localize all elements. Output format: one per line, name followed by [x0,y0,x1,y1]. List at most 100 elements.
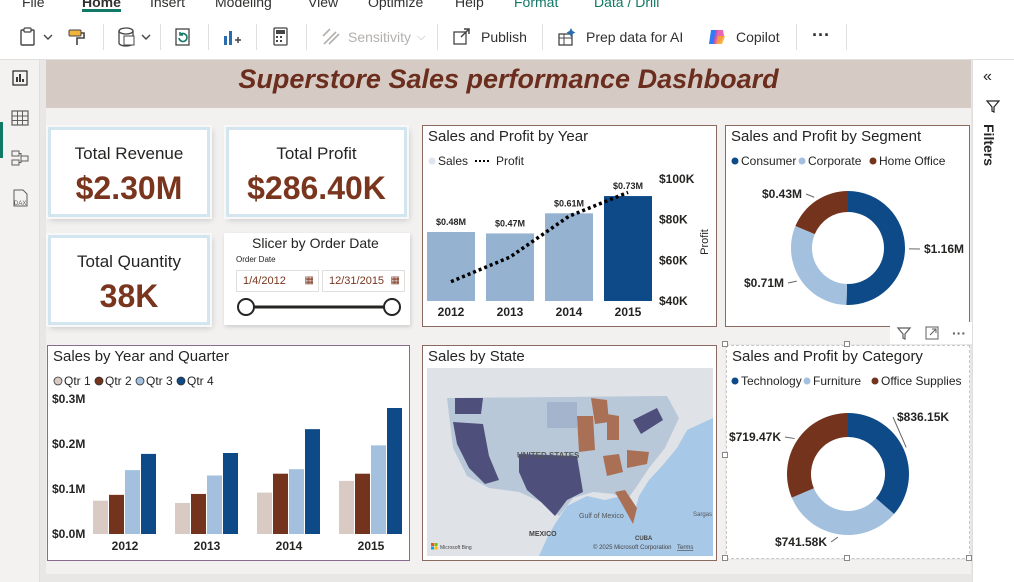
menu-home[interactable]: Home [82,0,121,12]
data-label: $1.16M [924,242,964,256]
legend-marker [731,157,739,165]
sales-by-year-quarter-chart[interactable]: Sales by Year and Quarter Qtr 1 Qtr 2 Qtr … [47,345,410,561]
slider-end-handle[interactable] [383,298,401,316]
x-tick-label: 2012 [112,539,139,553]
menu-optimize[interactable]: Optimize [368,0,423,10]
order-date-slicer[interactable]: Slicer by Order Date Order Date 1/4/2012… [224,233,410,325]
donut-slice-0 [846,191,906,305]
legend-label: Home Office [879,154,946,168]
resize-handle[interactable] [722,341,728,347]
calendar-icon[interactable]: ▦ [391,275,400,286]
map-terms-link[interactable]: Terms [677,545,693,551]
resize-handle[interactable] [844,555,850,561]
new-visual-button[interactable] [220,22,242,52]
visual-header-toolbar: ··· [890,322,972,344]
leader-line [830,536,839,543]
y2-axis-title: Profit [699,229,711,255]
sales-by-state-map[interactable]: Sales by State UNITED STATES Gulf of Mex… [422,345,717,561]
start-date-input[interactable]: 1/4/2012 ▦ [236,270,319,292]
menu-file[interactable]: File [22,0,45,10]
menu-data-drill[interactable]: Data / Drill [594,0,659,10]
data-label: $836.15K [897,410,949,424]
data-label: $0.47M [495,218,525,228]
kpi-label: Total Revenue [74,144,184,163]
expand-chevron-icon[interactable]: « [983,68,992,86]
more-options-button[interactable]: ··· [812,20,830,50]
focus-mode-icon[interactable] [924,325,940,341]
filters-label[interactable]: Filters [981,124,997,166]
model-view-icon[interactable] [10,148,30,168]
legend-marker [176,376,186,386]
paste-button[interactable] [18,22,54,52]
date-range-slider[interactable] [232,295,408,319]
menu-modeling[interactable]: Modeling [215,0,272,10]
kpi-total-profit[interactable]: Total Profit $286.40K [226,127,407,217]
legend-marker [871,377,879,385]
sales-profit-by-segment-chart[interactable]: Sales and Profit by Segment Consumer Corp… [725,125,970,327]
prep-data-ai-button[interactable]: Prep data for AI [556,22,683,52]
map-cuba-label: CUBA [635,536,653,542]
view-switcher: DAX [0,60,40,582]
kpi-total-revenue[interactable]: Total Revenue $2.30M [48,127,210,217]
sales-profit-by-year-chart[interactable]: Sales and Profit by Year Sales Profit $0.4… [422,125,717,327]
menu-view[interactable]: View [308,0,338,10]
start-date-value: 1/4/2012 [243,275,286,287]
us-map-svg[interactable]: UNITED STATES Gulf of Mexico MEXICO CUBA… [427,368,713,556]
svg-text:Microsoft Bing: Microsoft Bing [440,545,472,551]
legend-label: Consumer [741,154,796,168]
resize-handle[interactable] [722,555,728,561]
map-mexico-label: MEXICO [529,531,557,538]
x-tick-label: 2012 [438,305,465,319]
leader-line [784,436,795,440]
format-painter-button[interactable] [66,22,88,52]
menu-insert[interactable]: Insert [150,0,185,10]
kpi-total-quantity[interactable]: Total Quantity 38K [48,235,210,325]
donut-slice-2 [787,413,848,498]
y2-tick-label: $80K [659,213,688,227]
bar-2013-q2 [191,493,206,534]
more-options-icon[interactable]: ··· [952,325,966,341]
new-measure-button[interactable] [270,22,292,52]
sales-profit-by-category-chart[interactable]: Sales and Profit by Category Technology F… [725,344,971,560]
donut-slice-1 [791,226,848,305]
data-source-button[interactable] [116,22,154,52]
bar-2015-q1 [339,480,354,534]
legend-label: Qtr 4 [187,374,214,388]
copilot-label: Copilot [736,29,780,45]
refresh-icon [175,28,190,46]
map-attribution: © 2025 Microsoft Corporation [593,544,671,551]
y2-tick-label: $40K [659,294,688,308]
state-ohio [607,414,619,440]
map-country-label: UNITED STATES [517,451,580,460]
kpi-value: $286.40K [247,170,386,206]
filter-icon[interactable] [896,325,912,341]
map-sargasso-label: Sargas [693,512,712,518]
refresh-button[interactable] [172,22,194,52]
clipboard-icon [20,27,53,46]
menu-help[interactable]: Help [455,0,484,10]
report-view-icon[interactable] [10,68,30,88]
x-tick-label: 2013 [497,305,524,319]
bar-2014-q1 [257,492,272,534]
publish-button[interactable]: Publish [451,22,527,52]
table-view-icon[interactable] [10,108,30,128]
calendar-icon[interactable]: ▦ [305,275,314,286]
data-label: $0.48M [436,217,466,227]
y-tick-label: $0.0M [52,527,85,541]
publish-icon [453,28,470,45]
bar-2013-q1 [175,502,190,534]
slider-start-handle[interactable] [237,298,255,316]
prep-data-icon [558,28,576,46]
leader-line [787,280,797,284]
copilot-button[interactable]: Copilot [706,22,780,52]
dax-query-icon[interactable]: DAX [10,188,30,208]
ribbon-toolbar: Sensitivity ⌵ Publish Prep data for AI C… [0,14,1014,60]
resize-handle[interactable] [722,452,728,458]
end-date-input[interactable]: 12/31/2015 ▦ [322,270,405,292]
menu-format[interactable]: Format [514,0,558,10]
publish-label: Publish [481,29,527,45]
dashboard-title: Superstore Sales performance Dashboard [238,64,779,94]
sensitivity-button[interactable]: Sensitivity ⌵ [320,22,425,52]
resize-handle[interactable] [844,341,850,347]
filter-icon[interactable] [985,98,1001,114]
